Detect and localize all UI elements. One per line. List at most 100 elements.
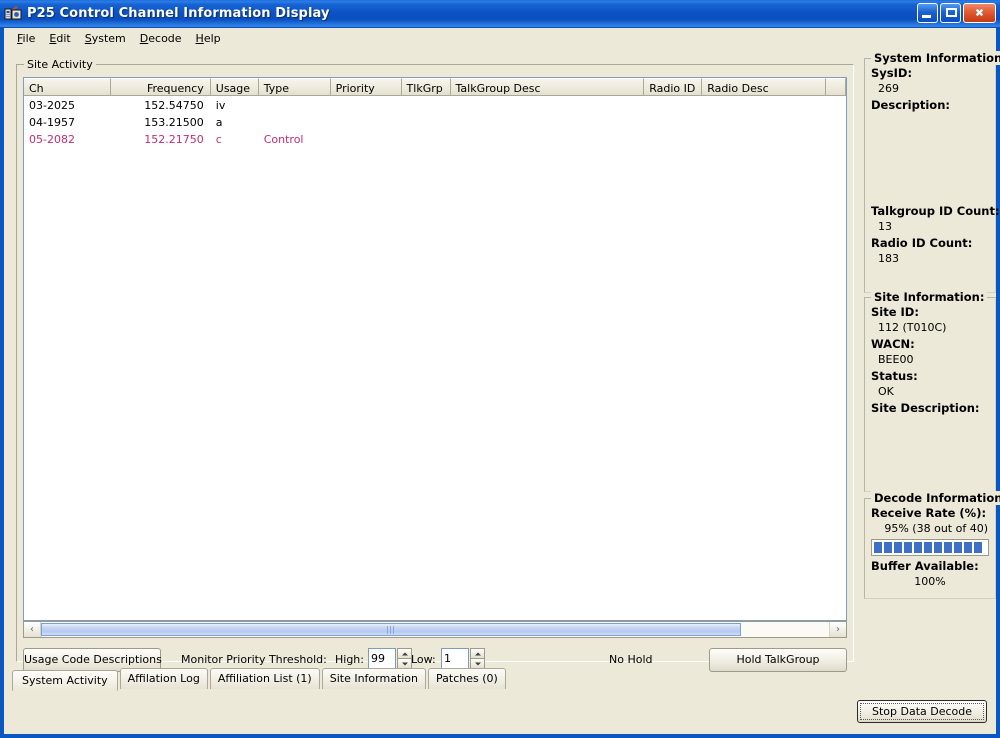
horizontal-scrollbar[interactable]: ‹ › <box>23 621 847 638</box>
progressbar-segment <box>874 542 882 553</box>
progressbar-segment <box>974 542 982 553</box>
decode-information-panel: Decode Information: Receive Rate (%): 95… <box>864 491 1000 599</box>
site-description-label: Site Description: <box>871 401 980 415</box>
table-cell <box>826 97 846 114</box>
table-cell <box>402 97 451 114</box>
listview-header: Ch Frequency Usage Type Priority TlkGrp TalkGr… <box>24 78 846 97</box>
table-cell <box>644 97 702 114</box>
listview-column-header[interactable]: Radio ID <box>644 78 703 96</box>
high-stepper-up-button[interactable] <box>397 648 412 659</box>
site-activity-listview[interactable]: Ch Frequency Usage Type Priority TlkGrp TalkGr… <box>23 77 847 621</box>
listview-column-header[interactable]: Priority <box>330 78 402 96</box>
table-row[interactable]: 05-2082 152.21750 c Control <box>24 131 846 148</box>
menu-item-file[interactable]: FFileile <box>10 30 42 47</box>
listview-column-header[interactable] <box>826 78 846 96</box>
table-row[interactable]: 03-2025 152.54750 iv <box>24 97 846 114</box>
low-threshold-label: Low: <box>411 653 436 666</box>
table-cell: a <box>215 116 223 129</box>
table-row[interactable]: 04-1957 153.21500 a <box>24 114 846 131</box>
stop-data-decode-label: Stop Data Decode <box>871 705 973 718</box>
low-stepper-up-button[interactable] <box>470 648 485 659</box>
wacn-value: BEE00 <box>878 353 914 366</box>
sysid-label: SysID: <box>871 66 913 80</box>
title-bar: P25 Control Channel Information Display … <box>0 0 1000 28</box>
table-cell <box>451 114 645 131</box>
minimize-button[interactable] <box>917 3 938 23</box>
table-cell <box>644 114 702 131</box>
chevron-right-icon: › <box>836 623 840 635</box>
receive-rate-value: 95% (38 out of 40) <box>884 522 988 535</box>
scroll-left-button[interactable]: ‹ <box>24 622 41 637</box>
close-button[interactable]: ✖ <box>963 3 996 23</box>
tab-affilation-log[interactable]: Affilation Log <box>119 668 208 689</box>
listview-column-header[interactable]: Usage <box>210 78 259 96</box>
table-cell: 152.21750 <box>144 133 204 146</box>
table-cell <box>331 114 402 131</box>
talkgroup-id-count-value: 13 <box>878 220 892 233</box>
triangle-down-icon <box>474 662 481 665</box>
system-information-panel: System Information SysID: 269 Descriptio… <box>864 51 1000 293</box>
table-cell <box>331 131 402 148</box>
scroll-right-button[interactable]: › <box>829 622 846 637</box>
decode-information-legend: Decode Information: <box>871 491 1000 505</box>
table-cell <box>826 131 846 148</box>
low-threshold-input[interactable] <box>441 648 469 669</box>
listview-column-header[interactable]: Ch <box>24 78 111 96</box>
hold-status-text: No Hold <box>609 653 653 666</box>
table-cell <box>259 114 331 131</box>
table-cell <box>402 131 451 148</box>
listview-column-header[interactable]: Radio Desc <box>702 78 827 96</box>
table-cell: c <box>215 133 222 146</box>
minimize-icon <box>922 15 931 18</box>
table-cell: iv <box>215 99 226 112</box>
tab-affiliation-list-1[interactable]: Affiliation List (1) <box>209 668 320 689</box>
listview-column-header[interactable]: TlkGrp <box>401 78 451 96</box>
scrollbar-grip-icon <box>387 626 395 634</box>
tab-system-activity[interactable]: System Activity <box>12 670 118 691</box>
listview-column-header[interactable]: Frequency <box>110 78 211 96</box>
progressbar-segment <box>934 542 942 553</box>
system-description-value <box>878 113 995 203</box>
buffer-available-label: Buffer Available: <box>871 559 979 573</box>
menu-item-system[interactable]: System <box>78 30 133 47</box>
listview-body: 03-2025 152.54750 iv 04-1957 153.21500 a 05-20… <box>24 97 846 148</box>
talkgroup-id-count-label: Talkgroup ID Count: <box>871 204 1000 218</box>
high-threshold-stepper[interactable] <box>368 648 412 669</box>
tab-patches-0[interactable]: Patches (0) <box>428 668 506 689</box>
table-cell: Control <box>263 133 304 146</box>
table-cell <box>451 97 645 114</box>
low-threshold-stepper[interactable] <box>441 648 485 669</box>
table-cell <box>702 114 826 131</box>
menu-item-edit[interactable]: Edit <box>42 30 77 47</box>
table-cell <box>451 131 645 148</box>
menu-item-decode[interactable]: Decode <box>133 30 189 47</box>
scrollbar-thumb[interactable] <box>41 623 741 636</box>
high-stepper-buttons[interactable] <box>397 648 412 669</box>
tab-site-information[interactable]: Site Information <box>321 668 427 689</box>
low-stepper-buttons[interactable] <box>470 648 485 669</box>
site-status-value: OK <box>878 385 894 398</box>
table-cell <box>702 131 826 148</box>
progressbar-segment <box>914 542 922 553</box>
table-cell: 152.54750 <box>144 99 204 112</box>
maximize-button[interactable] <box>940 3 961 23</box>
progressbar-segment <box>964 542 972 553</box>
stop-data-decode-button[interactable]: Stop Data Decode <box>857 700 987 723</box>
high-threshold-input[interactable] <box>368 648 396 669</box>
site-id-value: 112 (T010C) <box>878 321 947 334</box>
table-cell <box>826 114 846 131</box>
progressbar-segment <box>904 542 912 553</box>
tab-page-system-activity: Site Activity Ch Frequency Usage Type Priori… <box>8 50 1000 672</box>
close-icon: ✖ <box>974 6 985 20</box>
progressbar-segment <box>884 542 892 553</box>
menu-item-help[interactable]: Help <box>189 30 228 47</box>
table-cell <box>702 97 826 114</box>
triangle-up-icon <box>474 652 481 655</box>
progressbar-segment <box>954 542 962 553</box>
listview-column-header[interactable]: TalkGroup Desc <box>450 78 645 96</box>
application-window: P25 Control Channel Information Display … <box>0 0 1000 738</box>
listview-column-header[interactable]: Type <box>258 78 331 96</box>
table-cell: 04-1957 <box>29 116 75 129</box>
scrollbar-track[interactable] <box>41 622 829 637</box>
buffer-available-value: 100% <box>914 575 946 588</box>
